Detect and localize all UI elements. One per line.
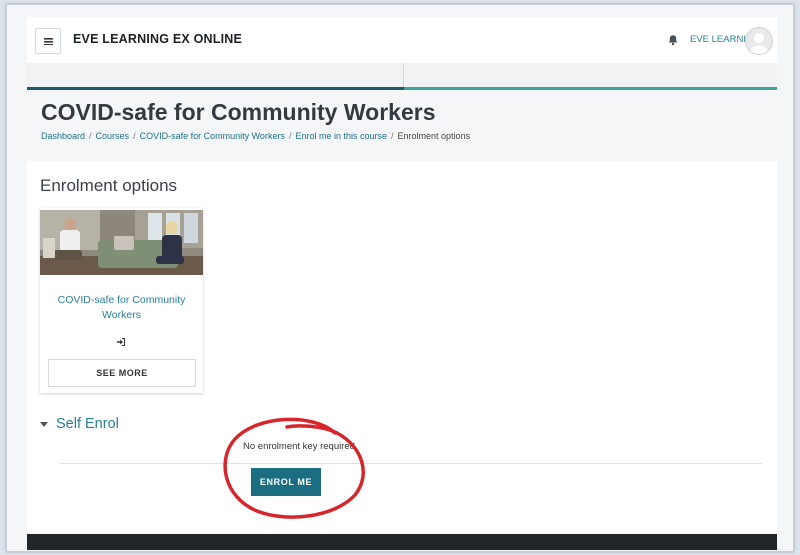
self-enrol-toggle[interactable]: Self Enrol [40, 416, 119, 432]
page-title: COVID-safe for Community Workers [41, 99, 436, 125]
divider [60, 463, 762, 464]
breadcrumb-courses[interactable]: Courses [96, 131, 130, 141]
browser-frame: EVE LEARNING EX ONLINE EVE LEARNING COVI… [6, 4, 794, 552]
bell-icon[interactable] [667, 34, 679, 46]
breadcrumb-course[interactable]: COVID-safe for Community Workers [140, 131, 285, 141]
breadcrumb-dashboard[interactable]: Dashboard [41, 131, 85, 141]
course-name-link[interactable]: COVID-safe for Community Workers [40, 293, 203, 323]
highlight-circle [223, 417, 365, 519]
footer-bar [27, 534, 777, 550]
user-avatar[interactable] [745, 27, 773, 55]
top-navbar: EVE LEARNING EX ONLINE EVE LEARNING [27, 17, 777, 64]
hamburger-icon [43, 37, 53, 45]
breadcrumb-separator: / [133, 131, 136, 141]
sub-nav-divider [403, 63, 404, 87]
hamburger-menu-button[interactable] [35, 28, 61, 54]
self-enrol-title: Self Enrol [56, 416, 119, 432]
breadcrumb-separator: / [89, 131, 92, 141]
breadcrumb-separator: / [391, 131, 394, 141]
breadcrumb: Dashboard / Courses / COVID-safe for Com… [41, 131, 470, 141]
enrolment-options-heading: Enrolment options [40, 176, 178, 195]
course-sub-navigation [27, 63, 777, 87]
sign-in-icon [117, 338, 125, 346]
breadcrumb-enrol[interactable]: Enrol me in this course [295, 131, 387, 141]
course-photo [40, 210, 203, 275]
course-card: COVID-safe for Community Workers SEE MOR… [40, 208, 203, 393]
course-image[interactable] [40, 210, 203, 275]
site-name[interactable]: EVE LEARNING EX ONLINE [73, 32, 242, 46]
breadcrumb-separator: / [288, 131, 292, 141]
progress-line-left [27, 87, 404, 90]
main-content: Enrolment options COVID-safe for Communi… [27, 161, 777, 533]
progress-line-right [404, 87, 777, 90]
chevron-down-icon [40, 421, 48, 427]
breadcrumb-current: Enrolment options [397, 131, 471, 141]
user-avatar-icon [749, 33, 769, 54]
see-more-button[interactable]: SEE MORE [48, 359, 196, 387]
